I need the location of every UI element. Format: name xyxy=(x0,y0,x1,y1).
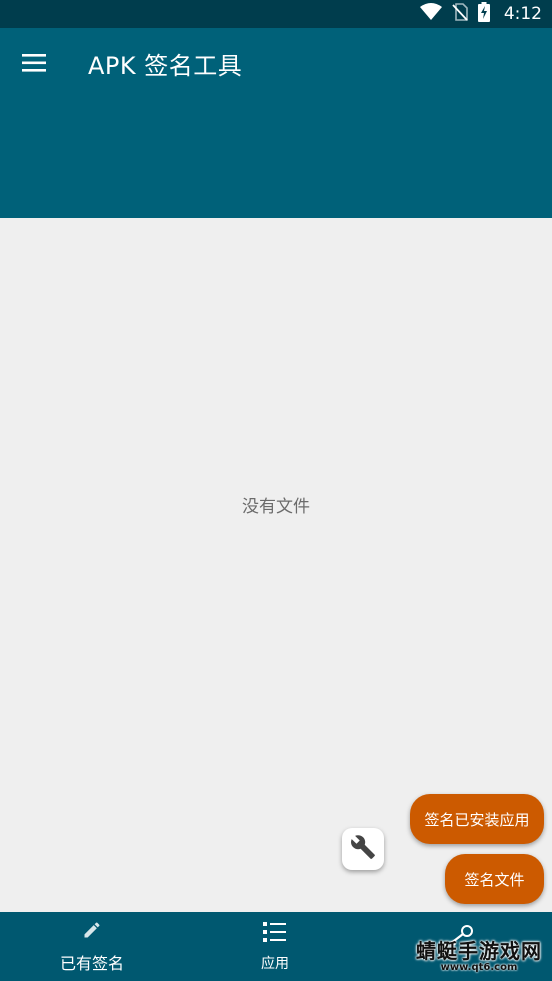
status-icons: 4:12 xyxy=(419,0,542,28)
app-bar: APK 签名工具 xyxy=(0,28,552,218)
tool-fab-button[interactable] xyxy=(342,828,384,870)
nav-label-apps: 应用 xyxy=(261,955,289,972)
sign-file-button[interactable]: 签名文件 xyxy=(445,854,544,904)
watermark-logo: 蜻蜓手游戏网 www.qt6.com xyxy=(410,936,548,978)
wifi-icon xyxy=(419,3,442,25)
watermark-url: www.qt6.com xyxy=(440,962,518,973)
status-bar: 4:12 xyxy=(0,0,552,28)
watermark-text: 蜻蜓手游戏网 xyxy=(416,939,542,963)
no-sim-icon xyxy=(452,3,468,25)
status-time: 4:12 xyxy=(503,4,542,24)
page-title: APK 签名工具 xyxy=(88,52,243,80)
battery-charging-icon xyxy=(477,2,490,26)
pencil-icon xyxy=(82,920,102,944)
hamburger-menu-icon[interactable] xyxy=(14,46,54,80)
nav-label-existing-signatures: 已有签名 xyxy=(59,953,124,973)
empty-state-text: 没有文件 xyxy=(242,497,310,517)
wrench-icon xyxy=(350,834,376,864)
list-icon xyxy=(263,921,287,947)
sign-installed-app-button[interactable]: 签名已安装应用 xyxy=(410,794,544,844)
nav-item-apps[interactable]: 应用 xyxy=(230,912,320,981)
nav-item-existing-signatures[interactable]: 已有签名 xyxy=(40,912,144,981)
